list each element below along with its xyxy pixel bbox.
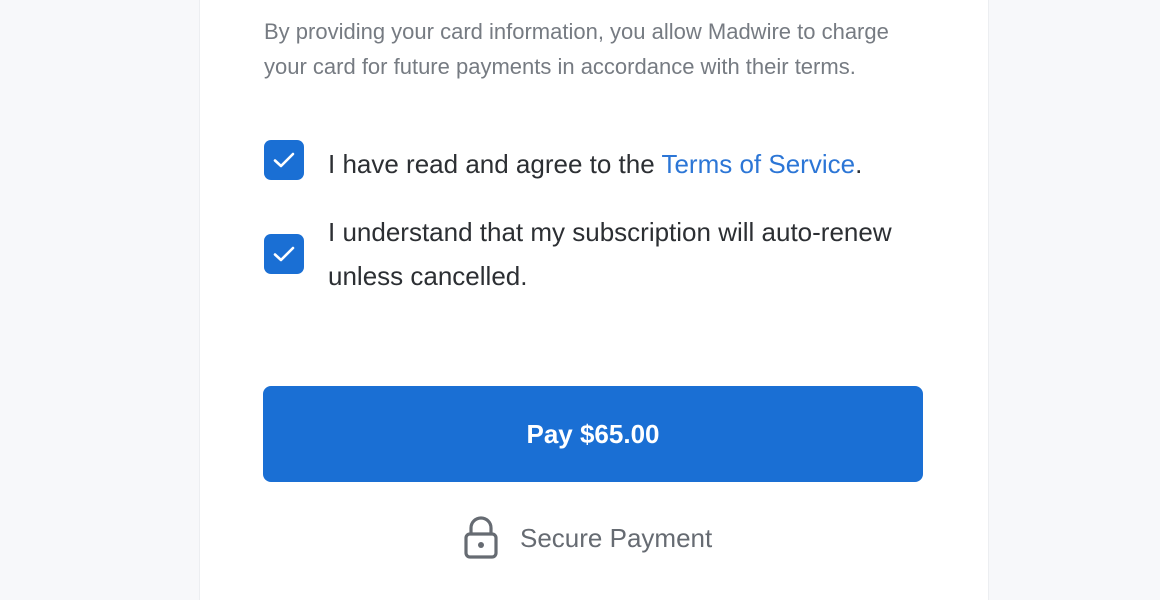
terms-agreement-row: I have read and agree to the Terms of Se… xyxy=(264,140,862,186)
lock-icon xyxy=(464,516,498,559)
secure-payment-label: Secure Payment xyxy=(520,522,713,553)
checkmark-icon xyxy=(273,152,295,168)
card-authorization-notice: By providing your card information, you … xyxy=(264,19,889,79)
terms-of-service-link[interactable]: Terms of Service xyxy=(661,149,855,179)
terms-label-suffix: . xyxy=(855,149,863,179)
auto-renew-checkbox[interactable] xyxy=(264,234,304,274)
auto-renew-agreement-row: I understand that my subscription will a… xyxy=(264,210,918,298)
terms-checkbox-label: I have read and agree to the Terms of Se… xyxy=(328,142,862,186)
pay-button[interactable]: Pay $65.00 xyxy=(263,386,923,482)
secure-payment-indicator: Secure Payment xyxy=(463,516,712,560)
terms-checkbox[interactable] xyxy=(264,140,304,180)
payment-card xyxy=(199,0,989,600)
terms-label-prefix: I have read and agree to the xyxy=(328,149,662,179)
checkmark-icon xyxy=(273,246,295,262)
auto-renew-checkbox-label: I understand that my subscription will a… xyxy=(328,217,892,291)
